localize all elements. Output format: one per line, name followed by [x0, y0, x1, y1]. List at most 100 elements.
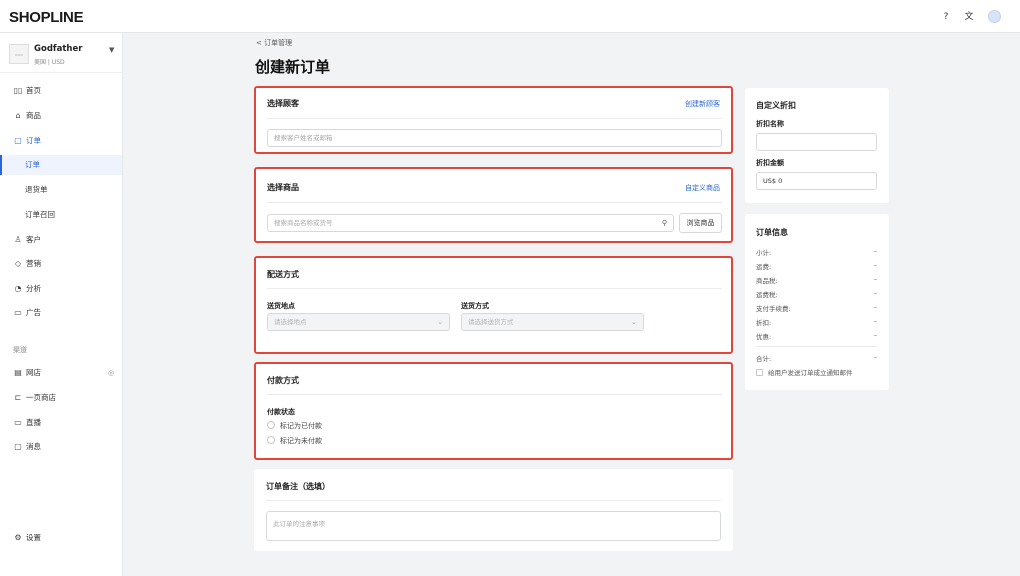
summary-row-total: 合计: –: [756, 353, 877, 363]
product-search-input[interactable]: 搜索商品名称或货号 ⚲: [267, 214, 674, 232]
breadcrumb[interactable]: < 订单管理: [256, 38, 292, 48]
sidebar-item-label: 商品: [26, 111, 41, 120]
radio-button[interactable]: [267, 421, 275, 429]
summary-label: 小计:: [756, 249, 772, 257]
summary-value: –: [873, 331, 877, 339]
summary-label: 合计:: [756, 355, 772, 363]
sidebar-subitem-orders[interactable]: 订单: [0, 155, 122, 175]
create-customer-link[interactable]: 创建新顾客: [685, 99, 720, 109]
sidebar-item-label: 一页商店: [26, 393, 56, 402]
search-icon: ⚲: [661, 219, 667, 227]
sidebar-item-messages[interactable]: ▢ 消息: [0, 437, 122, 457]
sidebar-item-label: 消息: [26, 442, 41, 451]
divider: [267, 202, 722, 203]
shipping-location-placeholder: 请选择地点: [274, 318, 307, 326]
sidebar-item-home[interactable]: ▯▯ 首页: [0, 81, 122, 101]
mark-unpaid-radio[interactable]: 标记为未付款: [267, 436, 322, 446]
summary-row-subtotal: 小计: –: [756, 247, 877, 257]
sidebar-item-label: 设置: [26, 533, 41, 542]
sidebar-item-settings[interactable]: ⚙ 设置: [0, 528, 122, 548]
radio-button[interactable]: [267, 436, 275, 444]
sidebar: ▫▫▫ Godfather 美国 | USD ▼ ▯▯ 首页 ⌂ 商品 ▢ 订单…: [0, 33, 123, 576]
checkbox-label: 给用户发送订单成立通知邮件: [768, 369, 853, 377]
sidebar-item-label: 直播: [26, 418, 41, 427]
summary-value: –: [873, 289, 877, 297]
browse-products-button[interactable]: 浏览商品: [679, 213, 722, 233]
card-title: 选择商品: [267, 183, 299, 192]
shipping-method-select[interactable]: 请选择送货方式 ⌄: [461, 313, 644, 331]
summary-row-promotion: 优惠: –: [756, 331, 877, 341]
shipping-location-select[interactable]: 请选择地点 ⌄: [267, 313, 450, 331]
shipping-method-placeholder: 请选择送货方式: [468, 318, 514, 326]
pie-chart-icon: ◔: [14, 284, 22, 293]
sidebar-item-orders[interactable]: ▢ 订单: [0, 131, 122, 151]
eye-icon[interactable]: ◎: [108, 363, 114, 383]
sidebar-item-analytics[interactable]: ◔ 分析: [0, 279, 122, 299]
sidebar-item-customers[interactable]: ♙ 客户: [0, 230, 122, 250]
shopline-logo[interactable]: SHOPLINE: [9, 9, 84, 26]
discount-name-label: 折扣名称: [756, 120, 784, 128]
sidebar-item-label: 退货单: [25, 185, 48, 194]
customer-search-input[interactable]: 搜索客户姓名或邮箱: [267, 129, 722, 147]
chevron-down-icon: ⌄: [437, 318, 443, 326]
gear-icon: ⚙: [14, 533, 22, 542]
card-title: 付款方式: [267, 376, 299, 385]
discount-name-input[interactable]: [756, 133, 877, 151]
shipping-location-label: 送货地点: [267, 302, 295, 310]
sidebar-item-label: 客户: [26, 235, 41, 244]
order-notes-textarea[interactable]: 此订单的注意事项: [266, 511, 721, 541]
order-icon: ▢: [14, 136, 22, 145]
help-icon[interactable]: ?: [940, 11, 952, 23]
store-switcher[interactable]: ▫▫▫ Godfather 美国 | USD ▼: [0, 33, 123, 73]
summary-value: –: [873, 317, 877, 325]
discount-amount-input[interactable]: US$ 0: [756, 172, 877, 190]
summary-row-payment-fee: 支付手续费: –: [756, 303, 877, 313]
card-title: 自定义折扣: [756, 101, 796, 110]
caret-down-icon: ▼: [109, 46, 115, 54]
sidebar-item-live[interactable]: ▭ 直播: [0, 413, 122, 433]
avatar[interactable]: [988, 10, 1001, 23]
summary-value: –: [873, 353, 877, 361]
sidebar-item-label: 网店: [26, 368, 41, 377]
payment-status-label: 付款状态: [267, 408, 295, 416]
sidebar-item-marketing[interactable]: ◇ 营销: [0, 254, 122, 274]
sidebar-subitem-returns[interactable]: 退货单: [0, 180, 122, 200]
person-icon: ♙: [14, 235, 22, 244]
sidebar-item-label: 广告: [26, 308, 41, 317]
sidebar-subitem-abandoned-orders[interactable]: 订单召回: [0, 205, 122, 225]
mark-paid-radio[interactable]: 标记为已付款: [267, 421, 322, 431]
card-title: 配送方式: [267, 270, 299, 279]
sidebar-item-one-page-store[interactable]: ⊏ 一页商店: [0, 388, 122, 408]
channels-section-label: 渠道: [13, 346, 27, 354]
chevron-down-icon: ⌄: [631, 318, 637, 326]
products-card: 选择商品 自定义商品 搜索商品名称或货号 ⚲ 浏览商品: [254, 167, 733, 243]
checkbox[interactable]: [756, 369, 763, 376]
summary-value: –: [873, 303, 877, 311]
top-bar: SHOPLINE ? 文: [0, 0, 1020, 33]
summary-value: –: [873, 261, 877, 269]
summary-label: 支付手续费:: [756, 305, 791, 313]
sidebar-item-label: 首页: [26, 86, 41, 95]
summary-value: –: [873, 275, 877, 283]
discount-amount-label: 折扣金额: [756, 159, 784, 167]
product-search-placeholder: 搜索商品名称或货号: [274, 219, 333, 227]
summary-row-shipping-tax: 运费税: –: [756, 289, 877, 299]
page-icon: ⊏: [14, 393, 22, 402]
sidebar-item-label: 订单: [25, 160, 40, 169]
summary-label: 商品税:: [756, 277, 778, 285]
custom-product-link[interactable]: 自定义商品: [685, 183, 720, 193]
notify-customer-checkbox[interactable]: 给用户发送订单成立通知邮件: [756, 367, 877, 377]
divider: [267, 394, 722, 395]
custom-discount-card: 自定义折扣 折扣名称 折扣金额 US$ 0: [745, 88, 889, 203]
monitor-icon: ▭: [14, 308, 22, 317]
payment-card: 付款方式 付款状态 标记为已付款 标记为未付款: [254, 362, 733, 460]
divider: [266, 500, 721, 501]
sidebar-item-ads[interactable]: ▭ 广告: [0, 303, 122, 323]
sidebar-item-online-store[interactable]: ▤ 网店 ◎: [0, 363, 122, 383]
translate-icon[interactable]: 文: [963, 11, 975, 23]
sidebar-item-label: 订单召回: [25, 210, 55, 219]
divider: [267, 288, 722, 289]
sidebar-item-label: 营销: [26, 259, 41, 268]
summary-row-product-tax: 商品税: –: [756, 275, 877, 285]
sidebar-item-products[interactable]: ⌂ 商品: [0, 106, 122, 126]
